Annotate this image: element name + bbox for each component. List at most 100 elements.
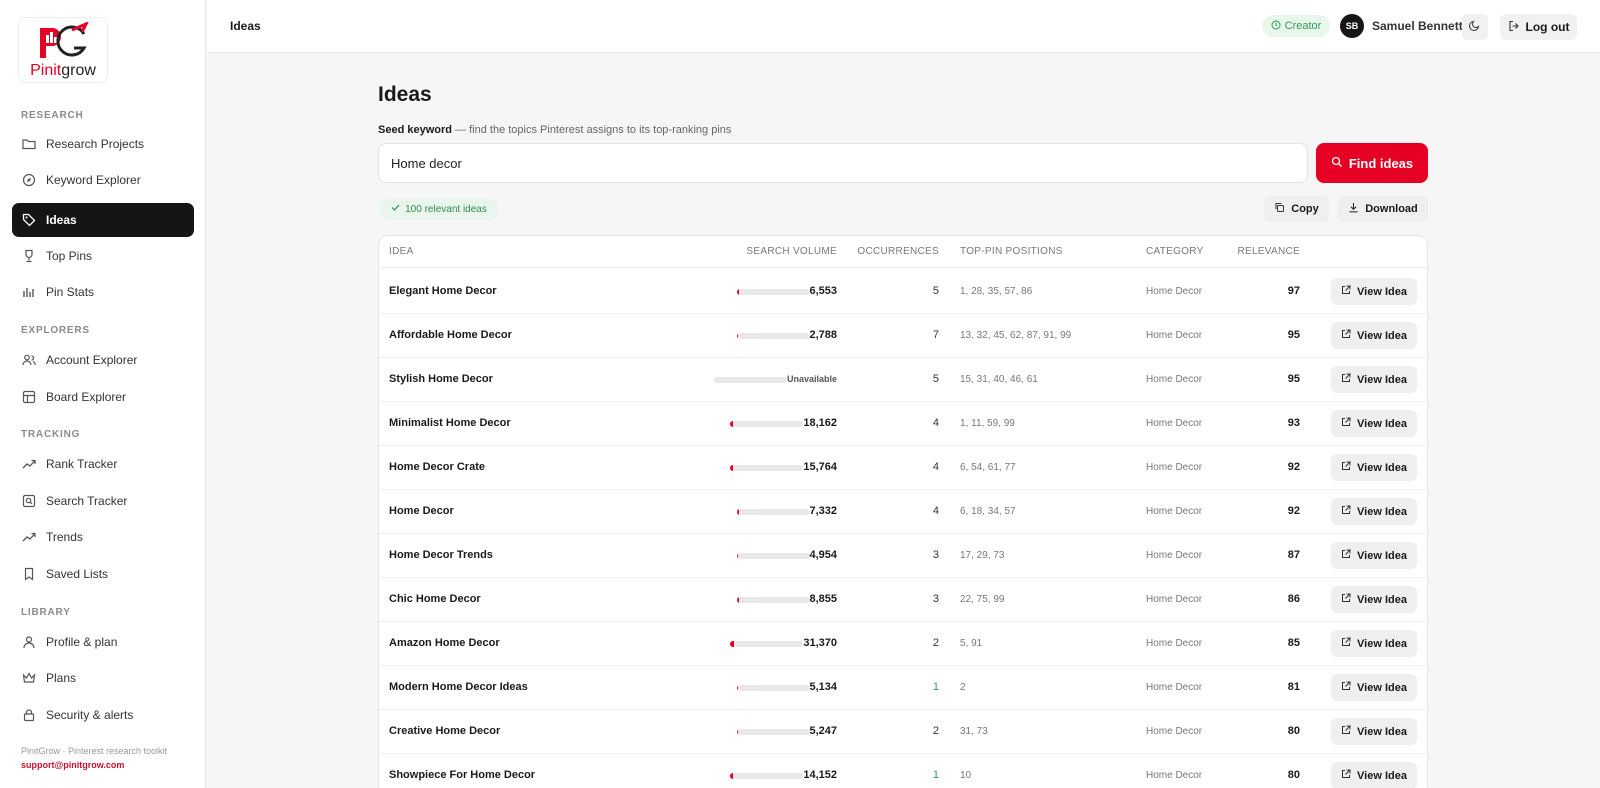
idea-name[interactable]: Showpiece For Home Decor (389, 769, 535, 781)
logout-icon (1508, 20, 1520, 35)
folder-icon (22, 137, 36, 151)
volume-bar (737, 289, 810, 295)
avatar[interactable]: SB (1340, 14, 1364, 38)
sidebar-item-top-pins[interactable]: Top Pins (12, 239, 194, 273)
download-button[interactable]: Download (1338, 196, 1428, 222)
table-row: Amazon Home Decor 31,370 2 5, 91 Home Decor 8… (379, 621, 1427, 666)
support-email-link[interactable]: support@pinitgrow.com (21, 760, 124, 770)
volume-bar-fill (737, 333, 739, 339)
table-row: Modern Home Decor Ideas 5,134 1 2 Home Decor… (379, 665, 1427, 710)
sidebar-item-keyword-explorer[interactable]: Keyword Explorer (12, 163, 194, 197)
logo-mark-icon (40, 22, 89, 58)
trophy-icon (22, 249, 36, 263)
external-link-icon (1341, 285, 1351, 298)
view-idea-button[interactable]: View Idea (1331, 278, 1417, 305)
col-category[interactable]: CATEGORY (1146, 246, 1204, 257)
table-row: Elegant Home Decor 6,553 5 1, 28, 35, 57, 8… (379, 269, 1427, 314)
sidebar-item-pin-stats[interactable]: Pin Stats (12, 275, 194, 309)
sidebar-item-research-projects[interactable]: Research Projects (12, 127, 194, 161)
volume-bar-fill (730, 773, 733, 779)
view-idea-button[interactable]: View Idea (1331, 762, 1417, 788)
sidebar-item-board-explorer[interactable]: Board Explorer (12, 380, 194, 414)
category-value: Home Decor (1146, 550, 1203, 561)
top-pin-positions-value: 13, 32, 45, 62, 87, 91, 99 (960, 330, 1072, 341)
top-pin-positions-value: 6, 54, 61, 77 (960, 462, 1016, 473)
view-idea-button[interactable]: View Idea (1331, 542, 1417, 569)
sidebar-item-security-alerts[interactable]: Security & alerts (12, 698, 194, 732)
idea-name[interactable]: Home Decor Crate (389, 461, 485, 473)
idea-name[interactable]: Amazon Home Decor (389, 637, 500, 649)
sidebar-item-rank-tracker[interactable]: Rank Tracker (12, 447, 194, 481)
sidebar-item-profile-plan[interactable]: Profile & plan (12, 625, 194, 659)
external-link-icon (1341, 329, 1351, 342)
view-idea-button[interactable]: View Idea (1331, 586, 1417, 613)
relevance-value: 80 (1287, 769, 1300, 781)
relevance-value: 85 (1287, 637, 1300, 649)
top-pin-positions-value: 17, 29, 73 (960, 550, 1005, 561)
search-volume-value: 6,553 (809, 285, 837, 297)
sidebar-item-saved-lists[interactable]: Saved Lists (12, 557, 194, 591)
volume-bar-fill (737, 729, 739, 735)
sidebar-item-account-explorer[interactable]: Account Explorer (12, 343, 194, 377)
view-idea-button[interactable]: View Idea (1331, 498, 1417, 525)
col-occurrences[interactable]: OCCURRENCES (857, 246, 939, 257)
view-idea-button[interactable]: View Idea (1331, 630, 1417, 657)
col-idea[interactable]: IDEA (389, 246, 414, 257)
header-title: Ideas (230, 19, 261, 33)
top-pin-positions-value: 2 (960, 682, 966, 693)
view-idea-button[interactable]: View Idea (1331, 322, 1417, 349)
view-idea-label: View Idea (1357, 461, 1407, 474)
volume-bar (730, 421, 803, 427)
view-idea-button[interactable]: View Idea (1331, 454, 1417, 481)
idea-name[interactable]: Affordable Home Decor (389, 329, 512, 341)
view-idea-label: View Idea (1357, 417, 1407, 430)
relevance-value: 80 (1287, 725, 1300, 737)
relevance-value: 92 (1287, 505, 1300, 517)
users-icon (22, 353, 36, 367)
category-value: Home Decor (1146, 462, 1203, 473)
search-volume-value: 15,764 (803, 461, 837, 473)
col-relevance[interactable]: RELEVANCE (1237, 246, 1300, 257)
board-icon (22, 390, 36, 404)
user-icon (22, 635, 36, 649)
idea-name[interactable]: Creative Home Decor (389, 725, 500, 737)
sidebar-item-label: Top Pins (46, 249, 93, 263)
occurrences-value: 4 (932, 461, 939, 473)
top-header: Ideas Creator SB Samuel Bennett Log out (207, 0, 1600, 53)
category-value: Home Decor (1146, 506, 1203, 517)
section-research: RESEARCH (21, 110, 84, 121)
sidebar-item-plans[interactable]: Plans (12, 661, 194, 695)
theme-toggle-button[interactable] (1462, 14, 1488, 40)
copy-button[interactable]: Copy (1264, 196, 1329, 222)
col-top-pin-positions[interactable]: TOP-PIN POSITIONS (960, 246, 1063, 257)
col-search-volume[interactable]: SEARCH VOLUME (746, 246, 837, 257)
table-row: Creative Home Decor 5,247 2 31, 73 Home Deco… (379, 709, 1427, 754)
sidebar-item-ideas[interactable]: Ideas (12, 203, 194, 237)
view-idea-button[interactable]: View Idea (1331, 366, 1417, 393)
external-link-icon (1341, 505, 1351, 518)
idea-name[interactable]: Stylish Home Decor (389, 373, 493, 385)
sidebar-item-trends[interactable]: Trends (12, 520, 194, 554)
lock-icon (22, 708, 36, 722)
view-idea-button[interactable]: View Idea (1331, 410, 1417, 437)
idea-name[interactable]: Chic Home Decor (389, 593, 481, 605)
download-label: Download (1365, 203, 1418, 215)
search-box-icon (22, 494, 36, 508)
logout-button[interactable]: Log out (1500, 14, 1577, 40)
idea-name[interactable]: Home Decor Trends (389, 549, 493, 561)
sidebar-item-label: Keyword Explorer (46, 173, 141, 187)
idea-name[interactable]: Elegant Home Decor (389, 285, 497, 297)
view-idea-button[interactable]: View Idea (1331, 718, 1417, 745)
idea-name[interactable]: Home Decor (389, 505, 454, 517)
sidebar-item-search-tracker[interactable]: Search Tracker (12, 484, 194, 518)
view-idea-label: View Idea (1357, 285, 1407, 298)
seed-label-strong: Seed keyword (378, 124, 452, 136)
find-ideas-button[interactable]: Find ideas (1316, 143, 1428, 183)
external-link-icon (1341, 461, 1351, 474)
seed-keyword-input[interactable] (378, 143, 1308, 183)
idea-name[interactable]: Modern Home Decor Ideas (389, 681, 528, 693)
view-idea-button[interactable]: View Idea (1331, 674, 1417, 701)
trend-icon (22, 530, 36, 544)
idea-name[interactable]: Minimalist Home Decor (389, 417, 511, 429)
brand-logo[interactable]: Pinitgrow (18, 17, 108, 83)
